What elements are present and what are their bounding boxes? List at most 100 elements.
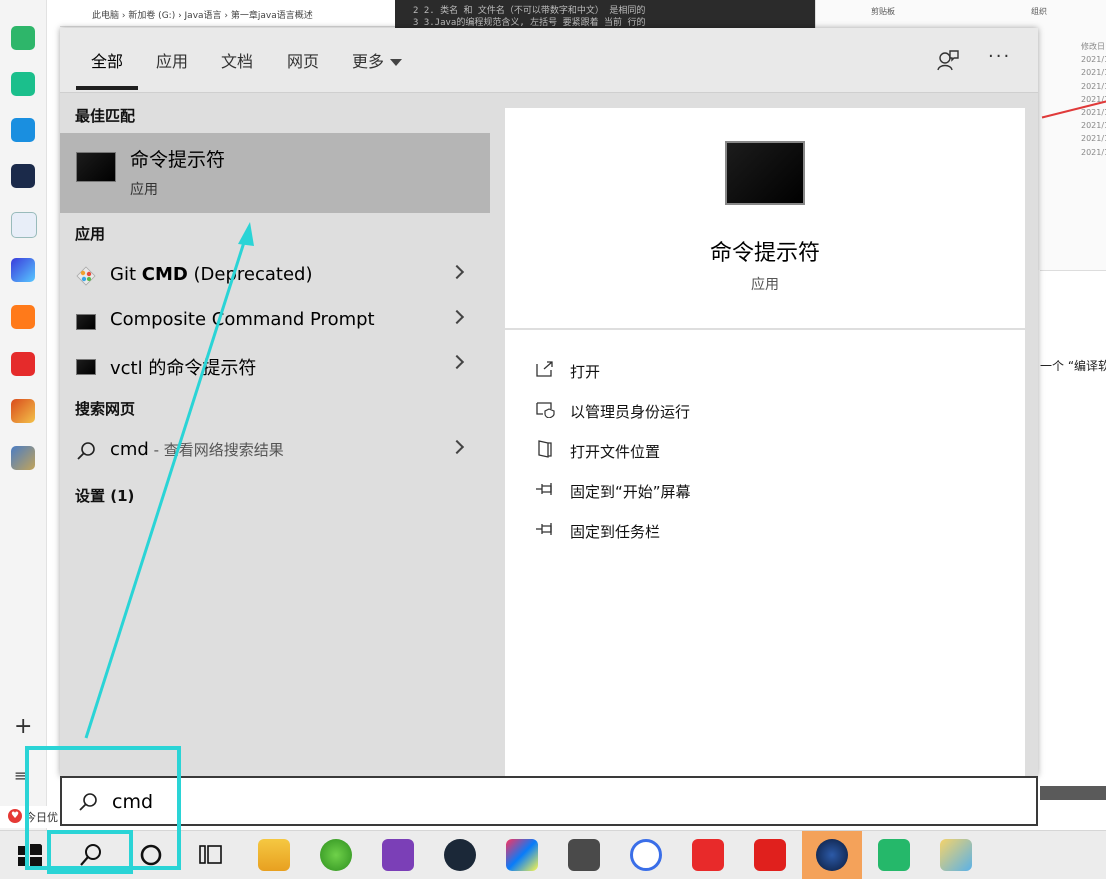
paint-icon[interactable] bbox=[940, 839, 972, 871]
cmd-app-icon bbox=[76, 152, 116, 182]
ribbon: 剪贴板 组织 bbox=[841, 4, 1106, 18]
app-result-label: Composite Command Prompt bbox=[110, 309, 375, 330]
app-result-composite[interactable]: Composite Command Prompt bbox=[60, 298, 490, 342]
intellij-icon[interactable] bbox=[506, 839, 538, 871]
background-explorer-window: 此电脑 › 新加卷 (G:) › Java语言 › 第一章java语言概述 bbox=[60, 0, 395, 27]
game3-icon[interactable] bbox=[11, 446, 35, 470]
settings-header[interactable]: 设置 (1) bbox=[75, 485, 134, 506]
chevron-right-icon[interactable] bbox=[449, 354, 465, 370]
date-cell: 2021/1 bbox=[1081, 68, 1106, 78]
label-match: CMD bbox=[141, 264, 188, 285]
app-result-label: vctl 的命令提示符 bbox=[110, 358, 257, 379]
app-dock: + ≡ bbox=[0, 0, 47, 830]
ribbon-label: 剪贴板 bbox=[871, 7, 895, 16]
game-icon[interactable] bbox=[11, 258, 35, 282]
apps-header: 应用 bbox=[75, 225, 106, 243]
open-icon bbox=[536, 361, 553, 377]
game-app-icon[interactable] bbox=[816, 839, 848, 871]
action-open-file-location[interactable]: 打开文件位置 bbox=[535, 436, 935, 466]
more-options-icon[interactable]: ··· bbox=[988, 46, 1011, 67]
document-icon[interactable] bbox=[11, 212, 37, 238]
pdf-icon[interactable] bbox=[878, 839, 910, 871]
code-line: 3 3.Java的编程规范含义, 左括号 要紧跟着 当前 行的 bbox=[413, 18, 646, 28]
app-result-vctl[interactable]: vctl 的命令提示符 bbox=[60, 343, 490, 387]
tab-more[interactable]: 更多 bbox=[352, 48, 403, 72]
task-view-icon[interactable] bbox=[198, 842, 224, 868]
action-label: 固定到“开始”屏幕 bbox=[570, 483, 691, 501]
best-match-subtitle: 应用 bbox=[130, 182, 158, 198]
git-icon bbox=[76, 266, 96, 286]
date-header: 修改日 bbox=[1081, 42, 1105, 51]
search-input[interactable]: cmd bbox=[60, 776, 1038, 826]
background-text-window: 一个 “编译软 bbox=[1040, 270, 1106, 801]
date-cell: 2021/1 bbox=[1081, 108, 1106, 118]
mail-icon[interactable] bbox=[11, 26, 35, 50]
chevron-right-icon[interactable] bbox=[449, 264, 465, 280]
date-column: 修改日 2021/1 2021/1 2021/1 2021/1 2021/1 2… bbox=[1081, 40, 1106, 159]
background-code-editor: 2 2. 类名 和 文件名（不可以带数字和中文） 是相同的 3 3.Java的编… bbox=[395, 0, 815, 30]
shield-icon bbox=[536, 402, 555, 418]
tab-documents[interactable]: 文档 bbox=[221, 48, 253, 72]
preview-pane: 命令提示符 应用 打开 以管理员身份运行 打开文件位置 固定到“开始”屏幕 固定… bbox=[505, 108, 1025, 776]
date-cell: 2021/1 bbox=[1081, 121, 1106, 131]
feedback-icon[interactable] bbox=[936, 48, 960, 72]
browser-360-icon[interactable] bbox=[320, 839, 352, 871]
cmd-large-icon bbox=[725, 141, 805, 205]
tab-more-label: 更多 bbox=[352, 52, 385, 71]
pin-icon bbox=[536, 523, 552, 535]
highlight-box bbox=[47, 830, 133, 874]
tab-apps[interactable]: 应用 bbox=[156, 48, 188, 72]
date-cell: 2021/1 bbox=[1081, 81, 1106, 91]
pin-icon bbox=[536, 483, 552, 495]
action-pin-to-taskbar[interactable]: 固定到任务栏 bbox=[535, 516, 935, 546]
action-label: 固定到任务栏 bbox=[570, 523, 661, 541]
visual-studio-icon[interactable] bbox=[382, 839, 414, 871]
tab-web[interactable]: 网页 bbox=[287, 48, 319, 72]
background-text: 一个 “编译软 bbox=[1040, 359, 1106, 373]
active-tab-indicator bbox=[76, 86, 138, 90]
preview-subtitle: 应用 bbox=[751, 277, 779, 293]
video-app-icon[interactable] bbox=[11, 305, 35, 329]
web-result[interactable]: cmd - 查看网络搜索结果 bbox=[60, 428, 490, 472]
file-location-icon bbox=[538, 440, 552, 458]
youdao-icon[interactable] bbox=[754, 839, 786, 871]
game2-icon[interactable] bbox=[11, 399, 35, 423]
ribbon-label: 组织 bbox=[1031, 7, 1047, 16]
xiaohongshu-icon[interactable] bbox=[11, 352, 35, 376]
action-run-as-admin[interactable]: 以管理员身份运行 bbox=[535, 396, 935, 426]
explorer-path: 此电脑 › 新加卷 (G:) › Java语言 › 第一章java语言概述 bbox=[92, 11, 313, 21]
steam-icon[interactable] bbox=[444, 839, 476, 871]
chat-app-icon[interactable] bbox=[630, 839, 662, 871]
netease-music-icon[interactable] bbox=[692, 839, 724, 871]
action-label: 以管理员身份运行 bbox=[570, 403, 691, 421]
tab-all[interactable]: 全部 bbox=[91, 48, 123, 72]
cmd-app-icon bbox=[76, 314, 96, 330]
ip-app-icon[interactable] bbox=[11, 118, 35, 142]
filter-tabs: 全部 应用 文档 网页 更多 ··· bbox=[60, 28, 1038, 93]
chevron-right-icon[interactable] bbox=[449, 309, 465, 325]
action-label: 打开文件位置 bbox=[570, 443, 661, 461]
search-panel: 全部 应用 文档 网页 更多 ··· 最佳匹配 命令提示符 应用 应用 Git … bbox=[60, 28, 1038, 776]
huanqiu-icon[interactable] bbox=[11, 164, 35, 188]
web-hint: - 查看网络搜索结果 bbox=[148, 441, 284, 459]
search-icon bbox=[77, 442, 95, 460]
date-cell: 2021/1 bbox=[1081, 147, 1106, 157]
app-result-git-cmd[interactable]: Git CMD (Deprecated) bbox=[60, 253, 490, 297]
add-icon[interactable]: + bbox=[14, 714, 32, 739]
heart-icon: ♥ bbox=[8, 809, 22, 823]
chevron-down-icon bbox=[390, 59, 403, 66]
best-match-item[interactable]: 命令提示符 应用 bbox=[60, 133, 490, 213]
preview-actions: 打开 以管理员身份运行 打开文件位置 固定到“开始”屏幕 固定到任务栏 bbox=[505, 330, 1025, 776]
date-cell: 2021/1 bbox=[1081, 134, 1106, 144]
action-open[interactable]: 打开 bbox=[535, 356, 935, 386]
chevron-right-icon[interactable] bbox=[449, 439, 465, 455]
file-explorer-icon[interactable] bbox=[258, 839, 290, 871]
best-match-title: 命令提示符 bbox=[130, 149, 226, 171]
action-pin-to-start[interactable]: 固定到“开始”屏幕 bbox=[535, 476, 935, 506]
results-list: 最佳匹配 命令提示符 应用 应用 Git CMD (Deprecated) Co… bbox=[60, 93, 490, 776]
action-label: 打开 bbox=[570, 363, 601, 381]
sublime-text-icon[interactable] bbox=[568, 839, 600, 871]
cmd-app-icon bbox=[76, 359, 96, 375]
cloud-icon[interactable] bbox=[11, 72, 35, 96]
web-result-label: cmd - 查看网络搜索结果 bbox=[110, 439, 284, 460]
